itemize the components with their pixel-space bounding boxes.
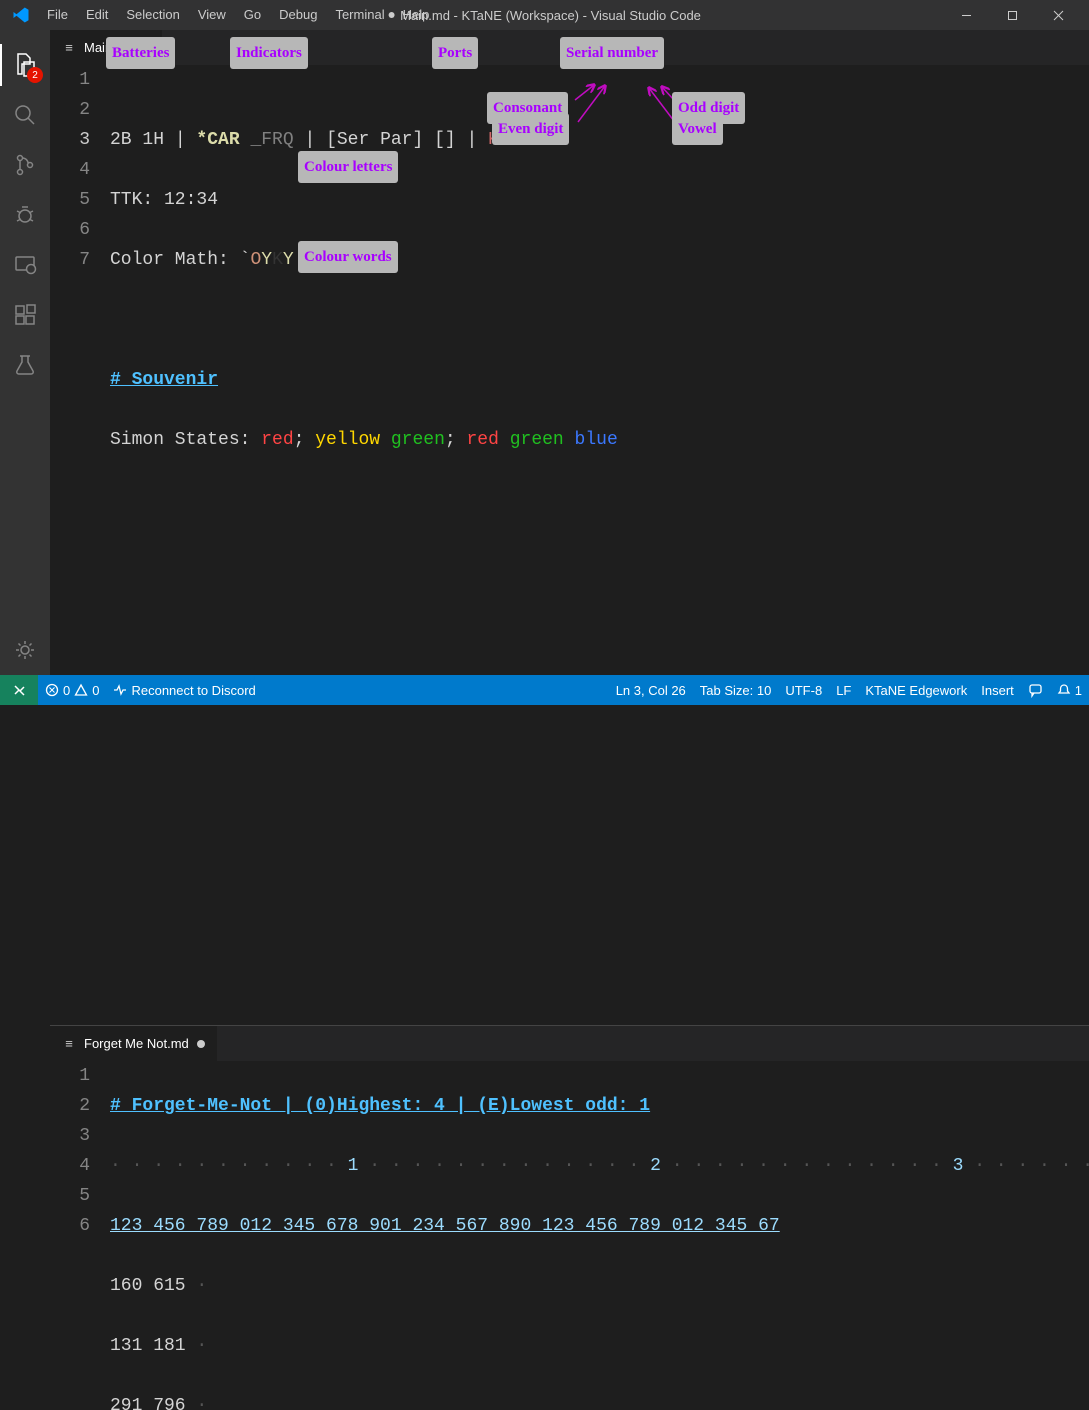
close-button[interactable] xyxy=(1035,0,1081,30)
tab-main-md[interactable]: ≡ Main.md xyxy=(50,30,162,65)
gutter: 123456 xyxy=(50,1061,110,1410)
tab-forget-me-not[interactable]: ≡ Forget Me Not.md xyxy=(50,1026,217,1061)
menu-file[interactable]: File xyxy=(38,0,77,30)
modified-dot-icon xyxy=(142,44,150,52)
anno-colourletters: Colour letters xyxy=(298,151,398,183)
heading-fmn: # Forget-Me-Not | (0)Highest: 4 | (E)Low… xyxy=(110,1096,650,1116)
source-control-icon xyxy=(13,153,37,177)
modified-dot-icon xyxy=(197,1040,205,1048)
tab-label: Main.md xyxy=(84,40,134,55)
minimize-button[interactable] xyxy=(943,0,989,30)
remote-button[interactable] xyxy=(0,675,38,705)
activity-search[interactable] xyxy=(0,90,50,140)
title-bar: File Edit Selection View Go Debug Termin… xyxy=(0,0,1089,30)
activity-test[interactable] xyxy=(0,340,50,390)
code-content[interactable]: 2B 1H | *CAR _FRQ | [Ser Par] [] | KT4NE… xyxy=(110,65,1089,1025)
menu-debug[interactable]: Debug xyxy=(270,0,326,30)
activity-extensions[interactable] xyxy=(0,290,50,340)
extensions-icon xyxy=(13,303,37,327)
anno-odddigit: Odd digit xyxy=(672,92,745,124)
search-icon xyxy=(13,103,37,127)
main-menu: File Edit Selection View Go Debug Termin… xyxy=(38,0,438,30)
maximize-button[interactable] xyxy=(989,0,1035,30)
menu-go[interactable]: Go xyxy=(235,0,270,30)
activity-remote[interactable] xyxy=(0,240,50,290)
remote-explorer-icon xyxy=(13,253,37,277)
menu-edit[interactable]: Edit xyxy=(77,0,117,30)
activity-settings[interactable] xyxy=(0,625,50,675)
activity-debug[interactable] xyxy=(0,190,50,240)
debug-icon xyxy=(13,203,37,227)
menu-terminal[interactable]: Terminal xyxy=(326,0,393,30)
editor-pane-main: ≡ Main.md ··· 1234567 2B 1H | *CAR _FRQ … xyxy=(50,30,1089,1025)
menu-selection[interactable]: Selection xyxy=(117,0,188,30)
editor-pane-fmn: ≡ Forget Me Not.md ··· 123456 # Forget-M… xyxy=(50,1025,1089,1410)
tab-bar-1: ≡ Main.md ··· xyxy=(50,30,1089,65)
heading-souvenir: # Souvenir xyxy=(110,370,218,390)
editor-fmn[interactable]: 123456 # Forget-Me-Not | (0)Highest: 4 |… xyxy=(50,1061,1089,1410)
remote-icon xyxy=(12,683,27,698)
vscode-logo-icon xyxy=(12,6,30,24)
activity-scm[interactable] xyxy=(0,140,50,190)
tab-bar-2: ≡ Forget Me Not.md ··· xyxy=(50,1026,1089,1061)
list-icon: ≡ xyxy=(62,1036,76,1051)
explorer-badge: 2 xyxy=(27,67,43,83)
menu-view[interactable]: View xyxy=(189,0,235,30)
gear-icon xyxy=(12,637,38,663)
activity-bar: 2 xyxy=(0,30,50,675)
anno-consonant: Consonant xyxy=(487,92,568,124)
tab-label: Forget Me Not.md xyxy=(84,1036,189,1051)
code-content[interactable]: # Forget-Me-Not | (0)Highest: 4 | (E)Low… xyxy=(110,1061,1089,1410)
test-icon xyxy=(13,353,37,377)
editor-area: ≡ Main.md ··· 1234567 2B 1H | *CAR _FRQ … xyxy=(50,30,1089,675)
window-title: Main.md - KTaNE (Workspace) - Visual Stu… xyxy=(388,8,701,23)
list-icon: ≡ xyxy=(62,40,76,55)
activity-explorer[interactable]: 2 xyxy=(0,40,50,90)
editor-main[interactable]: 1234567 2B 1H | *CAR _FRQ | [Ser Par] []… xyxy=(50,65,1089,1025)
gutter: 1234567 xyxy=(50,65,110,1025)
modified-dot-icon xyxy=(388,12,394,18)
